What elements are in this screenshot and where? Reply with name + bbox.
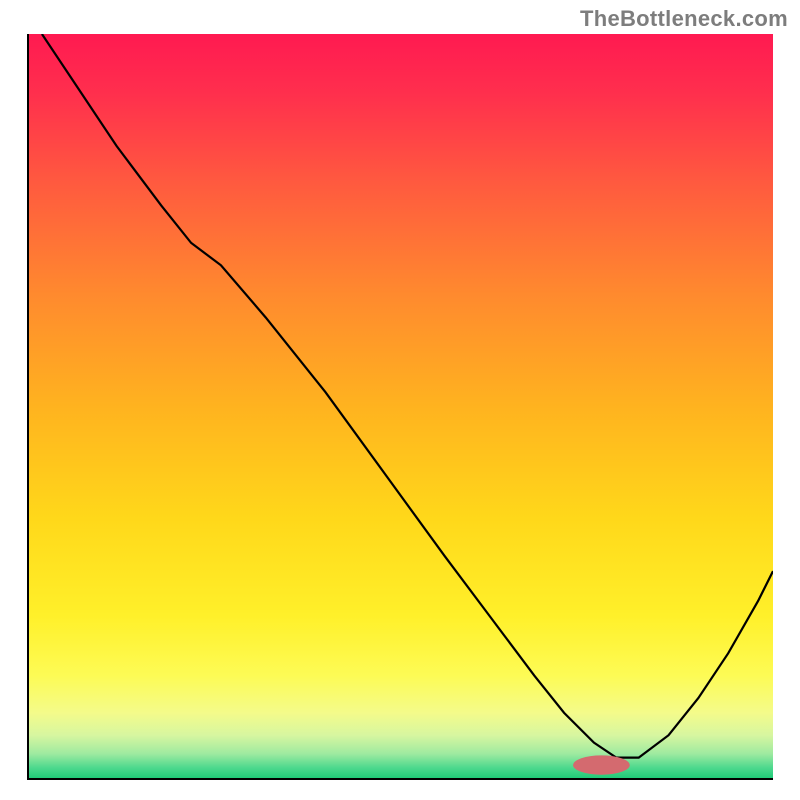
gradient-background [27, 34, 773, 780]
optimal-point-marker [573, 755, 630, 774]
attribution-text: TheBottleneck.com [580, 6, 788, 32]
chart-plot-area [27, 34, 773, 780]
chart-svg [27, 34, 773, 780]
